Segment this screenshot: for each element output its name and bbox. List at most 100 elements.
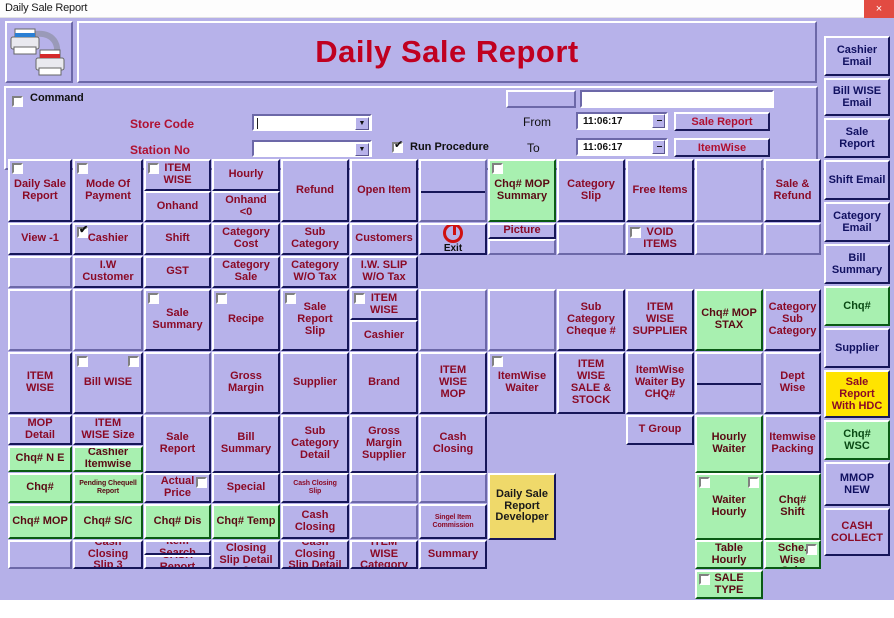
grid-button-cash-closing-slip-detail-2[interactable]: CashClosingSlip Detail2: [212, 540, 280, 569]
grid-button-cashier[interactable]: Cashier: [350, 320, 418, 351]
grid-button-sale-refund[interactable]: Sale & Refund: [764, 159, 821, 222]
grid-button-void-items[interactable]: VOID ITEMS: [626, 223, 694, 255]
grid-button-free-items[interactable]: Free Items: [626, 159, 694, 222]
grid-button-waiter-hourly[interactable]: Waiter Hourly: [695, 473, 763, 540]
sidebar-button-cash-collect[interactable]: CASH COLLECT: [824, 508, 890, 556]
grid-button-exit[interactable]: Exit: [419, 223, 487, 255]
grid-button-customers[interactable]: Customers: [350, 223, 418, 255]
grid-button-item-wise[interactable]: ITEM WISE: [350, 289, 418, 320]
grid-button-shift[interactable]: Shift: [144, 223, 211, 255]
power-icon[interactable]: Exit: [443, 225, 463, 253]
grid-button-cash-report[interactable]: CASH Report: [144, 555, 211, 569]
cell-checkbox[interactable]: [148, 293, 159, 304]
grid-button-dept-wise[interactable]: Dept Wise: [764, 352, 821, 414]
cell-checkbox[interactable]: [699, 574, 710, 585]
cell-checkbox[interactable]: [492, 163, 503, 174]
grid-button-chq-shift[interactable]: Chq# Shift: [764, 473, 821, 540]
grid-button-item-wise-sale-stock[interactable]: ITEM WISE SALE & STOCK: [557, 352, 625, 414]
grid-button-chq-n-e[interactable]: Chq# N E: [8, 446, 72, 472]
cell-checkbox[interactable]: [354, 293, 365, 304]
grid-button-category-sub-category[interactable]: Category Sub Category: [764, 289, 821, 351]
grid-button-brand[interactable]: Brand: [350, 352, 418, 414]
grid-button-category-sale[interactable]: Category Sale: [212, 256, 280, 288]
sidebar-button-chq[interactable]: Chq#: [824, 286, 890, 326]
grid-button-pending-chequell-report[interactable]: Pending Chequell Report: [73, 473, 143, 503]
grid-button-category-cost[interactable]: Category Cost: [212, 223, 280, 255]
grid-button-bill-summary[interactable]: Bill Summary: [212, 415, 280, 473]
grid-button-mode-of-payment[interactable]: Mode Of Payment: [73, 159, 143, 222]
sidebar-button-sale-report-with-hdc[interactable]: Sale Report With HDC: [824, 370, 890, 418]
grid-button-cash-closing[interactable]: Cash Closing: [281, 504, 349, 539]
grid-button-chq-mop[interactable]: Chq# MOP: [8, 504, 72, 539]
grid-button-hourly[interactable]: Hourly: [212, 159, 280, 191]
grid-button-item-search[interactable]: Item Search: [144, 540, 211, 555]
sidebar-button-mmop-new[interactable]: MMOP NEW: [824, 462, 890, 506]
grid-button-chq-mop-summary[interactable]: Chq# MOP Summary: [488, 159, 556, 222]
cell-checkbox[interactable]: [699, 477, 710, 488]
grid-button-onhand[interactable]: Onhand: [144, 191, 211, 222]
grid-button-table-hourly[interactable]: Table Hourly: [695, 540, 763, 569]
grid-button-item-wise[interactable]: ITEM WISE: [8, 352, 72, 414]
grid-button-itemwise-waiter-by-chq[interactable]: ItemWise Waiter By CHQ#: [626, 352, 694, 414]
grid-button-chq[interactable]: Chq#: [8, 473, 72, 503]
grid-button-hourly-waiter[interactable]: Hourly Waiter: [695, 415, 763, 473]
grid-button-sub-category[interactable]: Sub Category: [281, 223, 349, 255]
grid-button-gst-sche-wise-sale[interactable]: GSTSche.WiseSale: [764, 540, 821, 569]
grid-button-chq-dis[interactable]: Chq# Dis: [144, 504, 211, 539]
grid-button-picture[interactable]: Picture: [488, 223, 556, 239]
grid-button-item-wise-category[interactable]: ITEM WISE Category: [350, 540, 418, 569]
grid-button-cash-closing-slip[interactable]: Cash Closing Slip: [281, 473, 349, 503]
sidebar-button-shift-email[interactable]: Shift Email: [824, 160, 890, 200]
grid-button-item-wise-mop[interactable]: ITEM WISE MOP: [419, 352, 487, 414]
cell-checkbox[interactable]: [492, 356, 503, 367]
grid-button-cashier[interactable]: Cashier: [73, 223, 143, 255]
grid-button-sale-type[interactable]: SALE TYPE: [695, 570, 763, 599]
grid-button-cash-closing-slip-detail[interactable]: Cash Closing Slip Detail: [281, 540, 349, 569]
cell-checkbox[interactable]: [12, 163, 23, 174]
cell-checkbox[interactable]: [128, 356, 139, 367]
cell-checkbox[interactable]: [77, 225, 88, 238]
grid-button-daily-sale-report-developer[interactable]: Daily Sale Report Developer: [488, 473, 556, 540]
close-icon[interactable]: ×: [864, 0, 894, 18]
cell-checkbox[interactable]: [216, 293, 227, 304]
grid-button-sale-report-slip[interactable]: Sale Report Slip: [281, 289, 349, 351]
sidebar-button-cashier-email[interactable]: Cashier Email: [824, 36, 890, 76]
grid-button-gross-margin-supplier[interactable]: Gross Margin Supplier: [350, 415, 418, 473]
cell-checkbox[interactable]: [77, 356, 88, 367]
grid-button-item-wise-size[interactable]: ITEM WISE Size: [73, 415, 143, 445]
grid-button-sale-summary[interactable]: Sale Summary: [144, 289, 211, 351]
grid-button-actual-price[interactable]: Actual Price: [144, 473, 211, 503]
grid-button-open-item[interactable]: Open Item: [350, 159, 418, 222]
sidebar-button-bill-summary[interactable]: Bill Summary: [824, 244, 890, 284]
cell-checkbox[interactable]: [196, 477, 207, 488]
grid-button-category-w-o-tax[interactable]: Category W/O Tax: [281, 256, 349, 288]
cell-checkbox[interactable]: [748, 477, 759, 488]
cell-checkbox[interactable]: [285, 293, 296, 304]
grid-button-i-w-slip-w-o-tax[interactable]: I.W. SLIP W/O Tax: [350, 256, 418, 288]
grid-button-sale-report[interactable]: Sale Report: [144, 415, 211, 473]
sidebar-button-sale-report[interactable]: Sale Report: [824, 118, 890, 158]
grid-button-gst[interactable]: GST: [144, 256, 211, 288]
cell-checkbox[interactable]: [630, 227, 641, 238]
grid-button-mop-detail[interactable]: MOP Detail: [8, 415, 72, 445]
grid-button-i-w-customer[interactable]: I.W Customer: [73, 256, 143, 288]
grid-button-recipe[interactable]: Recipe: [212, 289, 280, 351]
grid-button-bill-wise[interactable]: Bill WISE: [73, 352, 143, 414]
grid-button-t-group[interactable]: T Group: [626, 415, 694, 445]
sidebar-button-bill-wise-email[interactable]: Bill WISE Email: [824, 78, 890, 116]
grid-button-item-wise-supplier[interactable]: ITEM WISE SUPPLIER: [626, 289, 694, 351]
cell-checkbox[interactable]: [77, 163, 88, 174]
grid-button-onhand-0[interactable]: Onhand <0: [212, 191, 280, 222]
sidebar-button-category-email[interactable]: Category Email: [824, 202, 890, 242]
grid-button-gross-margin[interactable]: Gross Margin: [212, 352, 280, 414]
grid-button-refund[interactable]: Refund: [281, 159, 349, 222]
cell-checkbox[interactable]: [806, 544, 817, 555]
grid-button-daily-sale-report[interactable]: Daily Sale Report: [8, 159, 72, 222]
grid-button-chq-s-c[interactable]: Chq# S/C: [73, 504, 143, 539]
grid-button-summary[interactable]: Summary: [419, 540, 487, 569]
sidebar-button-chq-wsc[interactable]: Chq# WSC: [824, 420, 890, 460]
grid-button-sub-category-detail[interactable]: Sub Category Detail: [281, 415, 349, 473]
grid-button-singel-item-commission[interactable]: Singel Item Commission: [419, 504, 487, 539]
grid-button-item-wise[interactable]: ITEM WISE: [144, 159, 211, 191]
grid-button-special[interactable]: Special: [212, 473, 280, 503]
